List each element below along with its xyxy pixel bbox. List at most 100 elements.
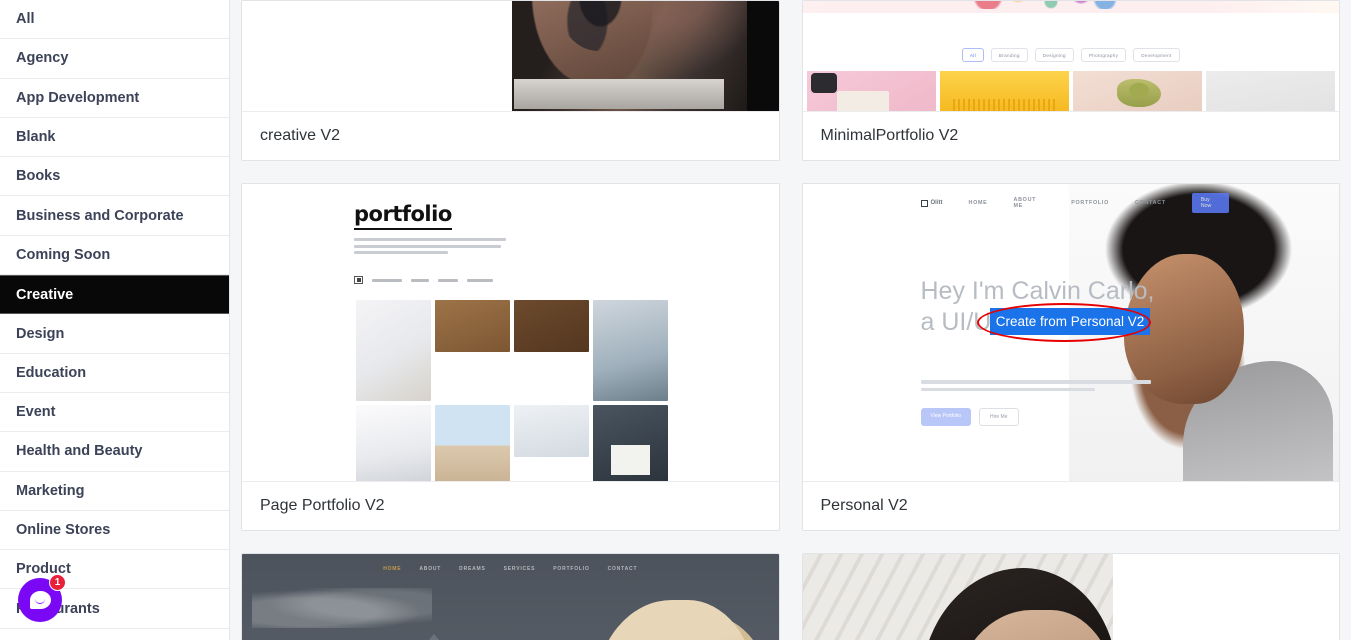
nav-link-home: HOME: [968, 200, 988, 206]
creative-v2-preview: [242, 1, 779, 111]
filter-pill-branding: Branding: [990, 48, 1028, 62]
portfolio-image-pink: [806, 71, 936, 111]
sidebar-item-all[interactable]: All: [0, 0, 229, 40]
sidebar-item-app-development[interactable]: App Development: [0, 78, 229, 118]
sidebar-item-event[interactable]: Event: [0, 392, 229, 433]
sidebar-item-coming-soon[interactable]: Coming Soon: [0, 235, 229, 276]
tab-studio: [411, 278, 429, 283]
template-card-personal-v2[interactable]: Olitt HOME ABOUT ME PORTFOLIO CONTACT Bu…: [801, 183, 1340, 531]
logo-text: Olitt: [930, 200, 943, 206]
sidebar-item-label: Business and Corporate: [16, 207, 184, 224]
masonry-image: [356, 300, 431, 401]
filter-pill-row: All Branding Designing Photography Devel…: [803, 48, 1340, 62]
cloud-shape: [252, 588, 432, 628]
hire-me-button: Hire Me: [978, 408, 1019, 426]
template-thumbnail: Captain Jack PRESIDENT, OLITT LTD.: [802, 554, 1340, 640]
portfolio-image-strip: [803, 71, 1340, 111]
template-card-minimalportfolio-v2[interactable]: All Branding Designing Photography Devel…: [801, 0, 1340, 161]
sidebar-item-label: Event: [16, 404, 56, 421]
masonry-image: [514, 405, 589, 457]
dark-edge: [746, 1, 779, 111]
sidebar-item-business-and-corporate[interactable]: Business and Corporate: [0, 196, 229, 236]
captain-jack-template-preview: Captain Jack PRESIDENT, OLITT LTD.: [802, 554, 1340, 640]
sidebar-item-label: Coming Soon: [16, 246, 111, 263]
masonry-image: [435, 405, 510, 481]
masonry-image: [356, 405, 431, 481]
preview-heading: portfolio: [354, 202, 452, 230]
page-portfolio-v2-preview: portfolio: [242, 184, 779, 481]
template-thumbnail: HOME ABOUT DREAMS SERVICES PORTFOLIO CON…: [242, 554, 779, 640]
text-line: [920, 380, 1151, 384]
sidebar-item-blank[interactable]: Blank: [0, 117, 229, 158]
portrait-photo: [802, 554, 1113, 640]
template-gallery-page: All Agency App Development Blank Books B…: [0, 0, 1351, 640]
preview-paragraph: [354, 238, 506, 255]
preview-navbar: Olitt HOME ABOUT ME PORTFOLIO CONTACT Bu…: [803, 193, 1340, 213]
sidebar-item-education[interactable]: Education: [0, 353, 229, 393]
sidebar-item-online-stores[interactable]: Online Stores: [0, 510, 229, 551]
masonry-image: [514, 300, 589, 352]
sidebar-item-design[interactable]: Design: [0, 314, 229, 354]
mountain-peak: [334, 634, 534, 640]
masonry-image: [593, 405, 668, 481]
desk-surface: [514, 79, 724, 109]
chat-bubble-icon: [29, 591, 51, 609]
sidebar-item-label: Blank: [16, 129, 56, 146]
template-card-title: creative V2: [242, 111, 779, 160]
view-portfolio-button: View Portfolio: [920, 408, 971, 426]
nav-link-home: HOME: [383, 566, 402, 572]
template-card-row3-right[interactable]: Captain Jack PRESIDENT, OLITT LTD.: [801, 553, 1340, 640]
sidebar-item-marketing[interactable]: Marketing: [0, 471, 229, 511]
template-card-page-portfolio-v2[interactable]: portfolio Page Portfolio V2: [241, 183, 780, 531]
chat-unread-badge: 1: [49, 574, 66, 591]
sidebar-item-agency[interactable]: Agency: [0, 39, 229, 79]
sidebar-item-books[interactable]: Books: [0, 157, 229, 197]
nav-link-about-me: ABOUT ME: [1013, 197, 1037, 209]
text-line: [354, 251, 449, 255]
sidebar-item-label: Online Stores: [16, 522, 111, 538]
template-card-creative-v2[interactable]: creative V2: [241, 0, 780, 161]
masonry-image: [435, 300, 510, 352]
sidebar-item-label: Agency: [16, 50, 69, 67]
template-thumbnail: [242, 1, 779, 111]
minimalportfolio-v2-preview: All Branding Designing Photography Devel…: [802, 1, 1340, 111]
preview-navbar: HOME ABOUT DREAMS SERVICES PORTFOLIO CON…: [242, 566, 779, 572]
text-line: [354, 244, 502, 248]
nav-link-portfolio: PORTFOLIO: [1071, 200, 1109, 206]
chat-widget-button[interactable]: 1: [18, 574, 66, 622]
preview-filter-tabs: [354, 276, 779, 285]
sidebar-item-label: Education: [16, 364, 87, 381]
masonry-grid-top: [356, 300, 674, 401]
nav-cta-button: Buy Now: [1191, 193, 1229, 213]
sidebar-item-label: Marketing: [16, 482, 85, 499]
create-from-personal-v2-button[interactable]: Create from Personal V2: [990, 308, 1150, 335]
sidebar-item-label: App Development: [16, 89, 140, 106]
template-card-row3-left[interactable]: HOME ABOUT DREAMS SERVICES PORTFOLIO CON…: [241, 553, 780, 640]
category-sidebar[interactable]: All Agency App Development Blank Books B…: [0, 0, 230, 640]
nav-link-about: ABOUT: [419, 566, 442, 572]
sidebar-item-health-and-beauty[interactable]: Health and Beauty: [0, 432, 229, 472]
template-thumbnail: All Branding Designing Photography Devel…: [802, 1, 1340, 111]
person-photo: [594, 600, 755, 640]
tab-photography: [372, 278, 402, 283]
logo-square-icon: [920, 199, 928, 207]
template-thumbnail: portfolio: [242, 184, 779, 481]
sidebar-item-label: Health and Beauty: [16, 443, 143, 460]
bio-block: Captain Jack PRESIDENT, OLITT LTD.: [1113, 554, 1340, 640]
nav-link-contact: CONTACT: [1134, 200, 1166, 206]
filter-pill-development: Development: [1133, 48, 1180, 62]
grid-view-icon: [354, 276, 363, 285]
portfolio-image-plant: [1072, 71, 1202, 111]
sidebar-item-label: Creative: [16, 286, 74, 303]
text-line: [354, 238, 506, 242]
preview-subtext: [920, 380, 1151, 395]
tab-interior: [438, 278, 458, 283]
nav-link-dreams: DREAMS: [459, 566, 486, 572]
template-card-title: Page Portfolio V2: [242, 481, 779, 530]
masonry-grid-bottom: [356, 405, 674, 481]
preview-cta-row: View Portfolio Hire Me: [920, 408, 1019, 426]
sidebar-item-resume[interactable]: Resume: [0, 628, 229, 640]
sidebar-item-label: Design: [16, 325, 65, 342]
sidebar-item-creative[interactable]: Creative: [0, 275, 229, 315]
filter-pill-designing: Designing: [1034, 48, 1074, 62]
